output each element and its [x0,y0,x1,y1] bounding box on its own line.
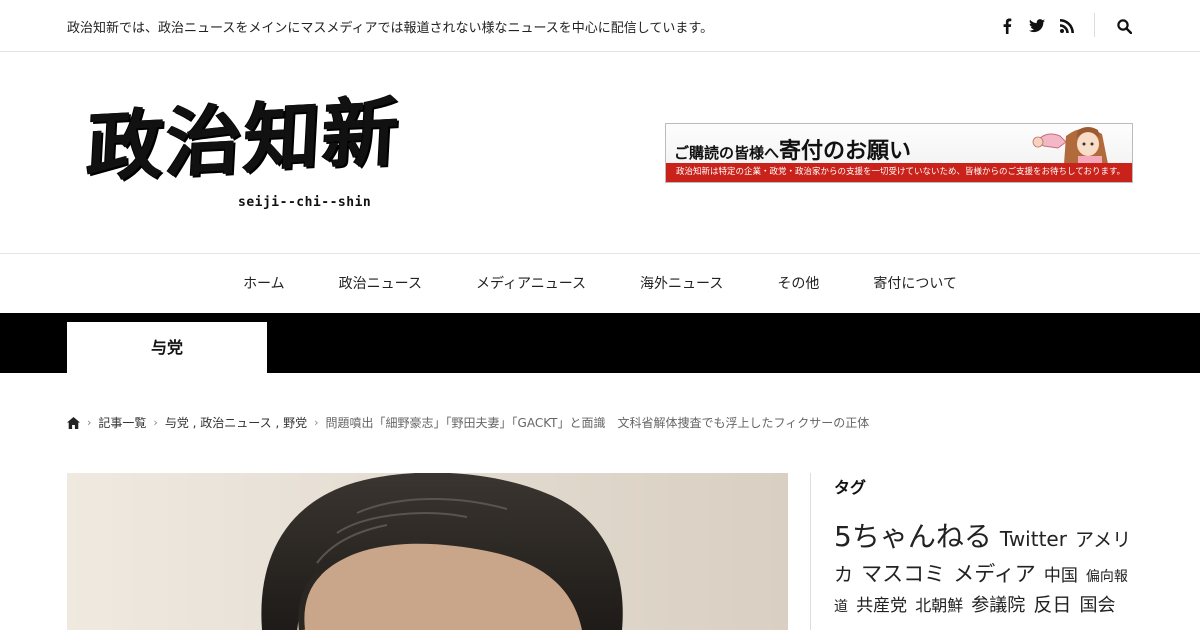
breadcrumb-item-categories[interactable]: 与党 , 政治ニュース , 野党 [165,414,307,431]
banner-headline-large: 寄付のお願い [779,138,912,164]
chevron-right-icon: › [314,416,319,429]
banner-character-illustration [1032,127,1108,166]
tag-link[interactable]: 中国 [1044,566,1078,586]
site-logo[interactable]: 政治知新 seiji--chi--shin [85,87,508,217]
tag-cloud: 5ちゃんねる Twitter アメリカ マスコミ メディア 中国 偏向報道 共産… [834,515,1134,620]
banner-headline-small: ご購読の皆様へ [674,144,780,162]
top-bar: 政治知新では、政治ニュースをメインにマスメディアでは報道されない様なニュースを中… [0,0,1200,52]
chevron-right-icon: › [153,416,158,429]
tag-link[interactable]: 共産党 [856,596,907,616]
logo-title: 政治知新 [84,86,403,192]
site-header: 政治知新 seiji--chi--shin ご購読の皆様へ寄付のお願い 政治知新… [0,52,1200,254]
twitter-icon[interactable] [1027,16,1047,36]
tag-link[interactable]: 北朝鮮 [915,596,963,615]
breadcrumb: › 記事一覧 › 与党 , 政治ニュース , 野党 › 問題噴出「細野豪志」「野… [67,414,869,431]
nav-item-donation[interactable]: 寄付について [846,255,984,313]
tag-link[interactable]: マスコミ [861,562,945,586]
nav-item-other[interactable]: その他 [750,255,846,313]
breadcrumb-item-articles[interactable]: 記事一覧 [98,414,146,431]
sidebar: タグ 5ちゃんねる Twitter アメリカ マスコミ メディア 中国 偏向報道… [810,473,1140,630]
donation-banner[interactable]: ご購読の皆様へ寄付のお願い 政治知新は特定の企業・政党・政治家からの支援を一切受… [665,123,1133,183]
category-tab: 与党 [67,322,267,373]
tag-link[interactable]: 参議院 [971,595,1025,616]
nav-item-overseas[interactable]: 海外ニュース [613,255,750,313]
tag-link[interactable]: 5ちゃんねる [834,520,992,553]
nav-item-politics[interactable]: 政治ニュース [312,255,449,313]
search-icon[interactable] [1114,16,1134,36]
sidebar-title-tags: タグ [834,478,867,497]
nav-item-media[interactable]: メディアニュース [449,255,613,313]
site-description: 政治知新では、政治ニュースをメインにマスメディアでは報道されない様なニュースを中… [67,21,714,36]
banner-footer: 政治知新は特定の企業・政党・政治家からの支援を一切受けていないため、皆様からのご… [666,163,1132,182]
tag-link[interactable]: 国会 [1080,595,1116,616]
article-hero-image [67,473,788,630]
person-photo [67,473,788,630]
category-band: 与党 [0,313,1200,373]
rss-icon[interactable] [1057,16,1077,36]
tag-link[interactable]: 反日 [1033,594,1071,616]
banner-headline: ご購読の皆様へ寄付のお願い [674,133,911,165]
topbar-divider [1094,13,1095,37]
home-icon[interactable] [67,416,80,429]
nav-item-home[interactable]: ホーム [216,255,312,313]
tag-link[interactable]: メディア [953,562,1036,586]
tag-link[interactable]: Twitter [1000,527,1067,551]
global-nav: ホーム 政治ニュース メディアニュース 海外ニュース その他 寄付について [0,255,1200,313]
facebook-icon[interactable] [997,16,1017,36]
logo-subtitle: seiji--chi--shin [238,195,372,210]
breadcrumb-current: 問題噴出「細野豪志」「野田夫妻」「GACKT」と面識 文科省解体捜査でも浮上した… [325,416,870,430]
chevron-right-icon: › [87,416,92,429]
